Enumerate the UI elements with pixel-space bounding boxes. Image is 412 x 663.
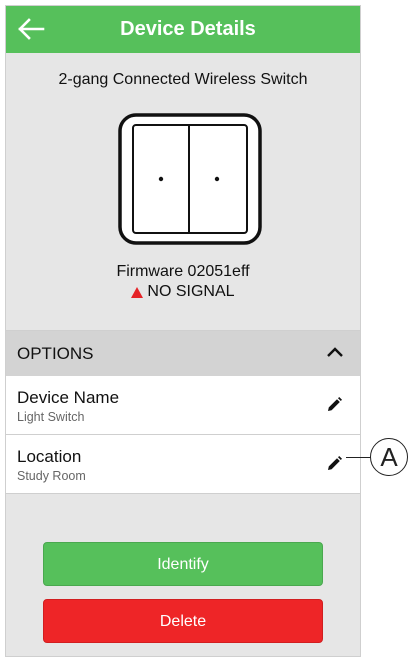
page-title: Device Details [120,18,256,40]
device-summary: 2-gang Connected Wireless Switch Firmwar… [6,53,360,330]
device-details-screen: Device Details 2-gang Connected Wireless… [5,5,361,657]
callout-label: A [380,442,398,472]
switch-illustration-icon [118,113,262,245]
signal-status-text: NO SIGNAL [147,283,235,300]
signal-status: NO SIGNAL [6,283,360,301]
pencil-icon[interactable] [325,455,343,473]
identify-button[interactable]: Identify [43,542,323,586]
chevron-up-icon [327,347,343,357]
option-value: Light Switch [17,410,85,424]
callout-marker: A [370,438,408,476]
options-title: OPTIONS [17,344,94,363]
callout-leader-line [346,457,371,458]
firmware-version: Firmware 02051eff [116,263,250,280]
pencil-icon[interactable] [325,396,343,414]
delete-button[interactable]: Delete [43,599,323,643]
options-section-toggle[interactable]: OPTIONS [6,330,360,376]
warning-triangle-icon [131,286,144,298]
option-value: Study Room [17,469,86,483]
app-header: Device Details [6,6,360,53]
option-label: Location [17,447,82,466]
option-row-location[interactable]: Location Study Room [6,435,360,494]
device-type-label: 2-gang Connected Wireless Switch [58,71,308,88]
option-label: Device Name [17,388,120,407]
option-row-device-name[interactable]: Device Name Light Switch [6,376,360,435]
